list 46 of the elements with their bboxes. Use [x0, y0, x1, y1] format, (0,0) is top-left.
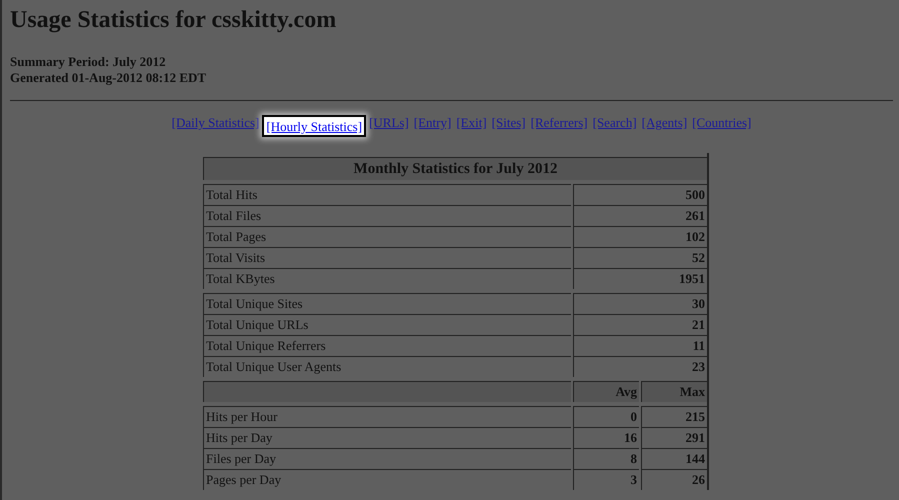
nav-link[interactable]: [URLs]: [369, 115, 409, 135]
table-cell: 102: [573, 226, 707, 247]
table-cell: 0: [573, 406, 639, 427]
table-cell: 8: [573, 448, 639, 469]
table-title: Monthly Statistics for July 2012: [203, 157, 707, 180]
table-cell: Total Pages: [203, 226, 571, 247]
table-cell: Total Unique Referrers: [203, 335, 571, 356]
table-cell: 500: [573, 184, 707, 205]
table-cell: Hits per Hour: [203, 406, 571, 427]
table-cell: 23: [573, 356, 707, 377]
nav-link[interactable]: [Hourly Statistics]: [264, 117, 364, 135]
nav-link[interactable]: [Countries]: [692, 115, 752, 135]
table-cell: 52: [573, 247, 707, 268]
table-cell: Total Visits: [203, 247, 571, 268]
table-cell: Pages per Day: [203, 469, 571, 490]
table-cell: Total Files: [203, 205, 571, 226]
table-cell: Total Unique User Agents: [203, 356, 571, 377]
table-cell: 215: [641, 406, 707, 427]
table-cell: 11: [573, 335, 707, 356]
table-cell: Total Hits: [203, 184, 571, 205]
table-cell: 1951: [573, 268, 707, 289]
table-cell: 3: [573, 469, 639, 490]
table-cell: Hits per Day: [203, 427, 571, 448]
nav-link[interactable]: [Search]: [592, 115, 637, 135]
nav-link[interactable]: [Daily Statistics]: [172, 115, 260, 135]
page-title: Usage Statistics for csskitty.com: [10, 6, 338, 34]
column-header: Max: [641, 381, 707, 402]
column-header: Avg: [573, 381, 639, 402]
table-cell: Total Unique URLs: [203, 314, 571, 335]
table-cell: 144: [641, 448, 707, 469]
table-cell: Total KBytes: [203, 268, 571, 289]
table-cell: Total Unique Sites: [203, 293, 571, 314]
table-cell: 16: [573, 427, 639, 448]
table-cell: 261: [573, 205, 707, 226]
nav-link[interactable]: [Referrers]: [530, 115, 588, 135]
generated-date: Generated 01-Aug-2012 08:12 EDT: [10, 70, 206, 86]
nav-link[interactable]: [Sites]: [492, 115, 526, 135]
table-cell: 21: [573, 314, 707, 335]
table-cell: 30: [573, 293, 707, 314]
table-cell: Files per Day: [203, 448, 571, 469]
summary-period: Summary Period: July 2012: [10, 54, 166, 70]
nav-link[interactable]: [Exit]: [456, 115, 487, 135]
nav-link[interactable]: [Entry]: [414, 115, 452, 135]
nav-link[interactable]: [Agents]: [642, 115, 688, 135]
table-cell: 291: [641, 427, 707, 448]
table-cell: 26: [641, 469, 707, 490]
